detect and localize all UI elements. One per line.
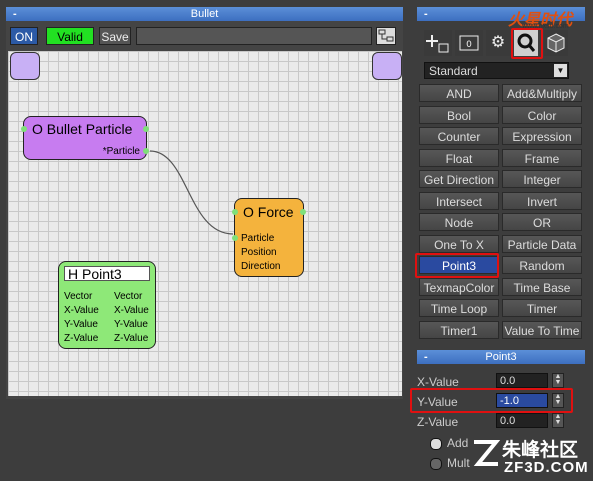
operator-button-invert[interactable]: Invert — [502, 191, 582, 210]
operator-button-time-loop[interactable]: Time Loop — [419, 299, 499, 317]
bullet-particle-node[interactable]: O Bullet Particle *Particle — [21, 116, 149, 160]
cube-icon[interactable] — [544, 30, 568, 56]
operator-button-bool[interactable]: Bool — [419, 105, 499, 124]
hxsd-logo: 火星时代 www.hxsd.com — [500, 4, 592, 30]
operator-button-expression[interactable]: Expression — [502, 127, 582, 145]
bullet-title: Bullet — [190, 8, 219, 20]
operator-button-time-base[interactable]: Time Base — [502, 277, 582, 296]
operator-button-texmapcolor[interactable]: TexmapColor — [419, 277, 499, 296]
port-icon[interactable] — [300, 209, 306, 215]
watermark-logo-icon — [473, 440, 500, 466]
force-node[interactable]: O Force Particle Position Direction — [232, 198, 306, 277]
port-icon[interactable] — [143, 148, 149, 154]
force-input-direction: Direction — [241, 261, 281, 272]
zf3d-watermark: 朱峰社区 ZF3D.COM — [470, 432, 590, 478]
point3-row-label: Z-Value — [64, 333, 99, 344]
operator-button-float[interactable]: Float — [419, 148, 499, 167]
operator-button-or[interactable]: OR — [502, 213, 582, 231]
port-icon[interactable] — [143, 126, 149, 132]
operator-button-get-direction[interactable]: Get Direction — [419, 170, 499, 188]
highlight-box — [410, 388, 573, 413]
point3-row-label: Y-Value — [114, 319, 148, 330]
operator-button-random[interactable]: Random — [502, 256, 582, 274]
radio-mult[interactable] — [430, 458, 442, 470]
operator-button-integer[interactable]: Integer — [502, 170, 582, 188]
operator-button-add-multiply[interactable]: Add&Multiply — [502, 84, 582, 102]
watermark-url: ZF3D.COM — [504, 459, 589, 476]
operator-button-intersect[interactable]: Intersect — [419, 191, 499, 210]
category-dropdown[interactable]: Standard ▼ — [424, 62, 569, 79]
spinner-arrows-icon[interactable]: ▲ ▼ — [552, 413, 564, 428]
radio-add[interactable] — [430, 438, 442, 450]
operator-button-one-to-x[interactable]: One To X — [419, 234, 499, 253]
operator-button-particle-data[interactable]: Particle Data — [502, 234, 582, 253]
watermark-cn: 朱峰社区 — [502, 440, 579, 461]
point3-row-label: Y-Value — [64, 319, 98, 330]
port-icon[interactable] — [232, 209, 238, 215]
bullet-event-panel: - Bullet ON Valid Save O Bullet Particle… — [6, 7, 403, 399]
x-value-label: X-Value — [417, 375, 459, 389]
node-title: O Bullet Particle — [32, 121, 133, 137]
point3-row-label: Z-Value — [114, 333, 149, 344]
dropdown-selected-value: Standard — [429, 64, 478, 78]
highlight-box — [415, 253, 499, 278]
force-input-particle: Particle — [241, 233, 275, 244]
point3-row-label: Vector — [114, 291, 143, 302]
point3-node[interactable]: H Point3 Vector Vector X-Value X-Value Y… — [58, 261, 156, 349]
highlight-box — [511, 28, 543, 59]
spinner-arrows-icon[interactable]: ▲ ▼ — [552, 373, 564, 388]
collapse-minus-icon[interactable]: - — [13, 7, 17, 21]
operator-button-timer1[interactable]: Timer1 — [419, 320, 499, 339]
port-icon[interactable] — [232, 235, 238, 241]
add-node-icon[interactable] — [424, 30, 452, 56]
point3-row-label: X-Value — [64, 305, 99, 316]
operator-button-color[interactable]: Color — [502, 105, 582, 124]
gear-icon[interactable]: ⚙ — [486, 30, 510, 56]
force-input-position: Position — [241, 247, 277, 258]
bullet-toolbar: ON Valid Save — [6, 23, 403, 47]
save-button[interactable]: Save — [99, 27, 131, 45]
point3-row-label: Vector — [64, 291, 93, 302]
particle-output-label: *Particle — [102, 146, 140, 157]
operator-button-node[interactable]: Node — [419, 213, 499, 231]
valid-indicator: Valid — [46, 27, 94, 45]
on-button[interactable]: ON — [10, 27, 38, 45]
z-value-field[interactable]: 0.0 — [496, 413, 548, 428]
point3-row-label: X-Value — [114, 305, 149, 316]
svg-text:0: 0 — [466, 40, 472, 50]
point3-panel-title: Point3 — [485, 351, 517, 363]
z-value-label: Z-Value — [417, 415, 459, 429]
chevron-down-icon[interactable]: ▼ — [554, 64, 567, 77]
operator-button-and[interactable]: AND — [419, 84, 499, 102]
radio-add-label: Add — [447, 436, 469, 450]
port-icon[interactable] — [21, 126, 27, 132]
x-value-field[interactable]: 0.0 — [496, 373, 548, 388]
operator-button-frame[interactable]: Frame — [502, 148, 582, 167]
operator-button-timer[interactable]: Timer — [502, 299, 582, 317]
point3-panel-titlebar[interactable]: - Point3 — [417, 350, 585, 364]
layout-icon[interactable] — [376, 27, 396, 45]
node-title: O Force — [243, 204, 294, 220]
collapse-minus-icon[interactable]: - — [424, 350, 428, 364]
node-graph-canvas[interactable]: O Bullet Particle *Particle O Force Part… — [8, 51, 402, 396]
bullet-titlebar[interactable]: - Bullet — [6, 7, 403, 21]
operator-button-counter[interactable]: Counter — [419, 127, 499, 145]
radio-mult-label: Mult — [447, 456, 470, 470]
node-settings-icon[interactable]: 0 — [455, 30, 483, 56]
collapse-minus-icon[interactable]: - — [424, 7, 428, 21]
operator-button-value-to-time[interactable]: Value To Time — [502, 320, 582, 339]
event-name-field[interactable] — [136, 27, 372, 45]
node-title: H Point3 — [64, 266, 150, 282]
